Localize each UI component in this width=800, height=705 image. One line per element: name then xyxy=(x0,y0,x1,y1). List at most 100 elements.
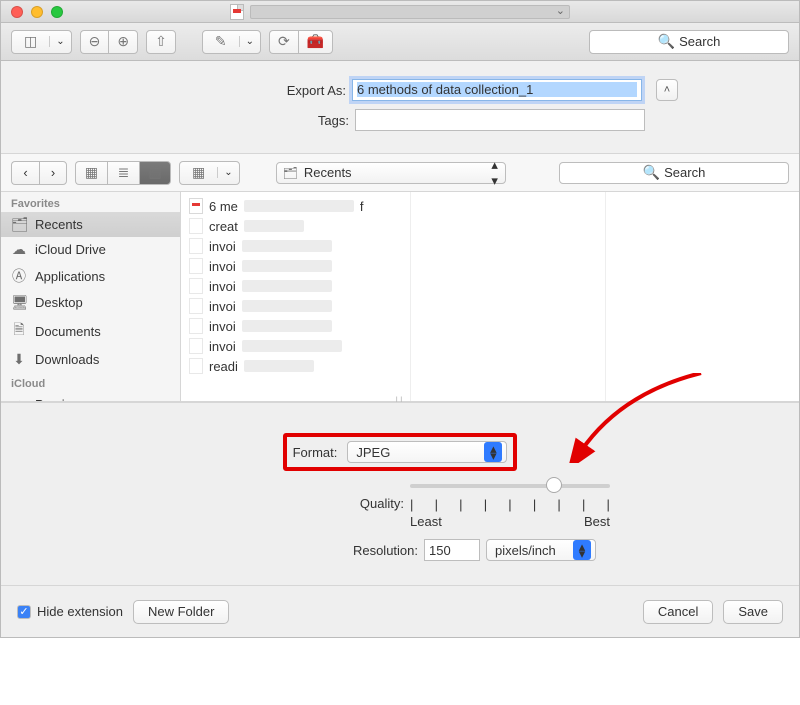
exportas-label: Export As: xyxy=(116,83,346,98)
quality-best-label: Best xyxy=(584,514,610,529)
file-row[interactable]: readi xyxy=(181,356,410,376)
sidebar-item-documents[interactable]: 🗎Documents xyxy=(1,315,180,347)
sidebar-item-icloud-drive[interactable]: ☁︎iCloud Drive xyxy=(1,237,180,262)
export-options-panel: Format: JPEG ▴▾ Quality: ||||||||| Least… xyxy=(1,402,799,585)
file-name: invoi xyxy=(209,299,236,314)
sidebar-item-applications[interactable]: Ⓐ Applications xyxy=(1,262,180,290)
location-value: Recents xyxy=(304,165,352,180)
sidebar-item-label: Recents xyxy=(35,217,83,232)
cancel-button[interactable]: Cancel xyxy=(643,600,713,624)
share-icon: ⇧ xyxy=(155,33,167,50)
browser-search-field[interactable]: 🔍 Search xyxy=(559,162,789,184)
file-row[interactable]: 6 mef xyxy=(181,196,410,216)
toolbox-icon: 🧰 xyxy=(307,33,324,50)
quality-least-label: Least xyxy=(410,514,442,529)
hide-extension-checkbox[interactable]: ✓ Hide extension xyxy=(17,604,123,619)
file-name: readi xyxy=(209,359,238,374)
rotate-icon: ⟳ xyxy=(278,33,290,50)
quality-slider[interactable] xyxy=(410,477,610,495)
slider-thumb[interactable] xyxy=(546,477,562,493)
file-row[interactable]: invoi xyxy=(181,296,410,316)
arrange-button[interactable]: ▦⌄ xyxy=(179,161,240,185)
markup-toolbox-button[interactable]: 🧰 xyxy=(298,30,333,54)
markup-highlight-button[interactable]: ✎⌄ xyxy=(202,30,261,54)
redacted-area xyxy=(242,300,332,312)
file-column: 6 mef creat invoi invoi invoi invoi invo… xyxy=(181,192,411,401)
redacted-area xyxy=(244,360,314,372)
resolution-label: Resolution: xyxy=(118,543,418,558)
save-button[interactable]: Save xyxy=(723,600,783,624)
recents-icon: 🗂 xyxy=(11,216,27,233)
zoom-in-button[interactable]: ⊕ xyxy=(108,30,138,54)
preview-column xyxy=(411,192,606,401)
nav-back-button[interactable]: ‹ xyxy=(11,161,39,185)
file-icon xyxy=(189,358,203,374)
search-icon: 🔍 xyxy=(643,164,660,181)
column-view-icon: ▥ xyxy=(148,164,161,181)
sidebar-icon: ◫ xyxy=(18,33,43,49)
file-row[interactable]: invoi xyxy=(181,336,410,356)
sidebar-item-downloads[interactable]: ⬇︎ Downloads xyxy=(1,347,180,372)
sidebar-item-label: Applications xyxy=(35,269,105,284)
sidebar-item-label: Desktop xyxy=(35,295,83,310)
redacted-area xyxy=(242,320,332,332)
file-name: creat xyxy=(209,219,238,234)
export-sheet-header: Export As: ˄ Tags: xyxy=(1,61,799,154)
file-pdf-icon xyxy=(189,198,203,214)
redacted-area xyxy=(244,220,304,232)
file-row[interactable]: invoi xyxy=(181,276,410,296)
redacted-area xyxy=(242,260,332,272)
file-row[interactable]: invoi xyxy=(181,316,410,336)
icon-view-button[interactable]: ▦ xyxy=(75,161,107,185)
window-minimize-button[interactable] xyxy=(31,6,43,18)
location-dropdown[interactable]: 🗂 Recents ▴▾ xyxy=(276,162,506,184)
column-view-button[interactable]: ▥ xyxy=(139,161,171,185)
sidebar-item-recents[interactable]: 🗂 Recents xyxy=(1,212,180,237)
exportas-input[interactable] xyxy=(357,82,637,97)
downloads-icon: ⬇︎ xyxy=(11,351,27,368)
expand-save-panel-button[interactable]: ˄ xyxy=(656,79,678,101)
dialog-footer: ✓ Hide extension New Folder Cancel Save xyxy=(1,585,799,637)
file-browser-toolbar: ‹ › ▦ ≣ ▥ ▦⌄ 🗂 Recents ▴▾ 🔍 Search xyxy=(1,154,799,192)
preview-column-2 xyxy=(606,192,800,401)
share-button[interactable]: ⇧ xyxy=(146,30,176,54)
document-title-dropdown[interactable] xyxy=(250,5,570,19)
sidebar-item-label: iCloud Drive xyxy=(35,242,106,257)
new-folder-button[interactable]: New Folder xyxy=(133,600,229,624)
hide-extension-label: Hide extension xyxy=(37,604,123,619)
exportas-field[interactable] xyxy=(352,79,642,101)
list-icon: ≣ xyxy=(118,164,130,181)
file-name: invoi xyxy=(209,319,236,334)
toolbar-search-field[interactable]: 🔍 Search xyxy=(589,30,789,54)
window-close-button[interactable] xyxy=(11,6,23,18)
cancel-label: Cancel xyxy=(658,604,698,619)
window-zoom-button[interactable] xyxy=(51,6,63,18)
tags-field[interactable] xyxy=(355,109,645,131)
browser-search-placeholder: Search xyxy=(664,165,705,180)
nav-forward-button[interactable]: › xyxy=(39,161,67,185)
file-row[interactable]: invoi xyxy=(181,256,410,276)
format-dropdown[interactable]: JPEG ▴▾ xyxy=(347,441,507,463)
sidebar-item-desktop[interactable]: 🖥Desktop xyxy=(1,290,180,315)
file-row[interactable]: creat xyxy=(181,216,410,236)
resolution-unit-dropdown[interactable]: pixels/inch ▴▾ xyxy=(486,539,596,561)
dropdown-stepper-icon: ▴▾ xyxy=(484,442,502,462)
redacted-area xyxy=(242,340,342,352)
applications-icon: Ⓐ xyxy=(11,266,27,286)
redacted-area xyxy=(242,240,332,252)
resolution-field[interactable] xyxy=(424,539,480,561)
zoom-in-icon: ⊕ xyxy=(117,33,129,50)
zoom-out-button[interactable]: ⊖ xyxy=(80,30,109,54)
file-browser-sidebar: Favorites 🗂 Recents ☁︎iCloud Drive Ⓐ Appli… xyxy=(1,192,181,401)
file-icon xyxy=(189,318,203,334)
file-name-tail: f xyxy=(360,199,364,214)
sidebar-section-icloud: iCloud xyxy=(1,372,180,392)
file-row[interactable]: invoi xyxy=(181,236,410,256)
sidebar-section-favorites: Favorites xyxy=(1,192,180,212)
rotate-button[interactable]: ⟳ xyxy=(269,30,298,54)
file-name: invoi xyxy=(209,339,236,354)
sidebar-item-label: Downloads xyxy=(35,352,99,367)
sidebar-view-button[interactable]: ◫⌄ xyxy=(11,30,72,54)
save-label: Save xyxy=(738,604,768,619)
list-view-button[interactable]: ≣ xyxy=(107,161,139,185)
